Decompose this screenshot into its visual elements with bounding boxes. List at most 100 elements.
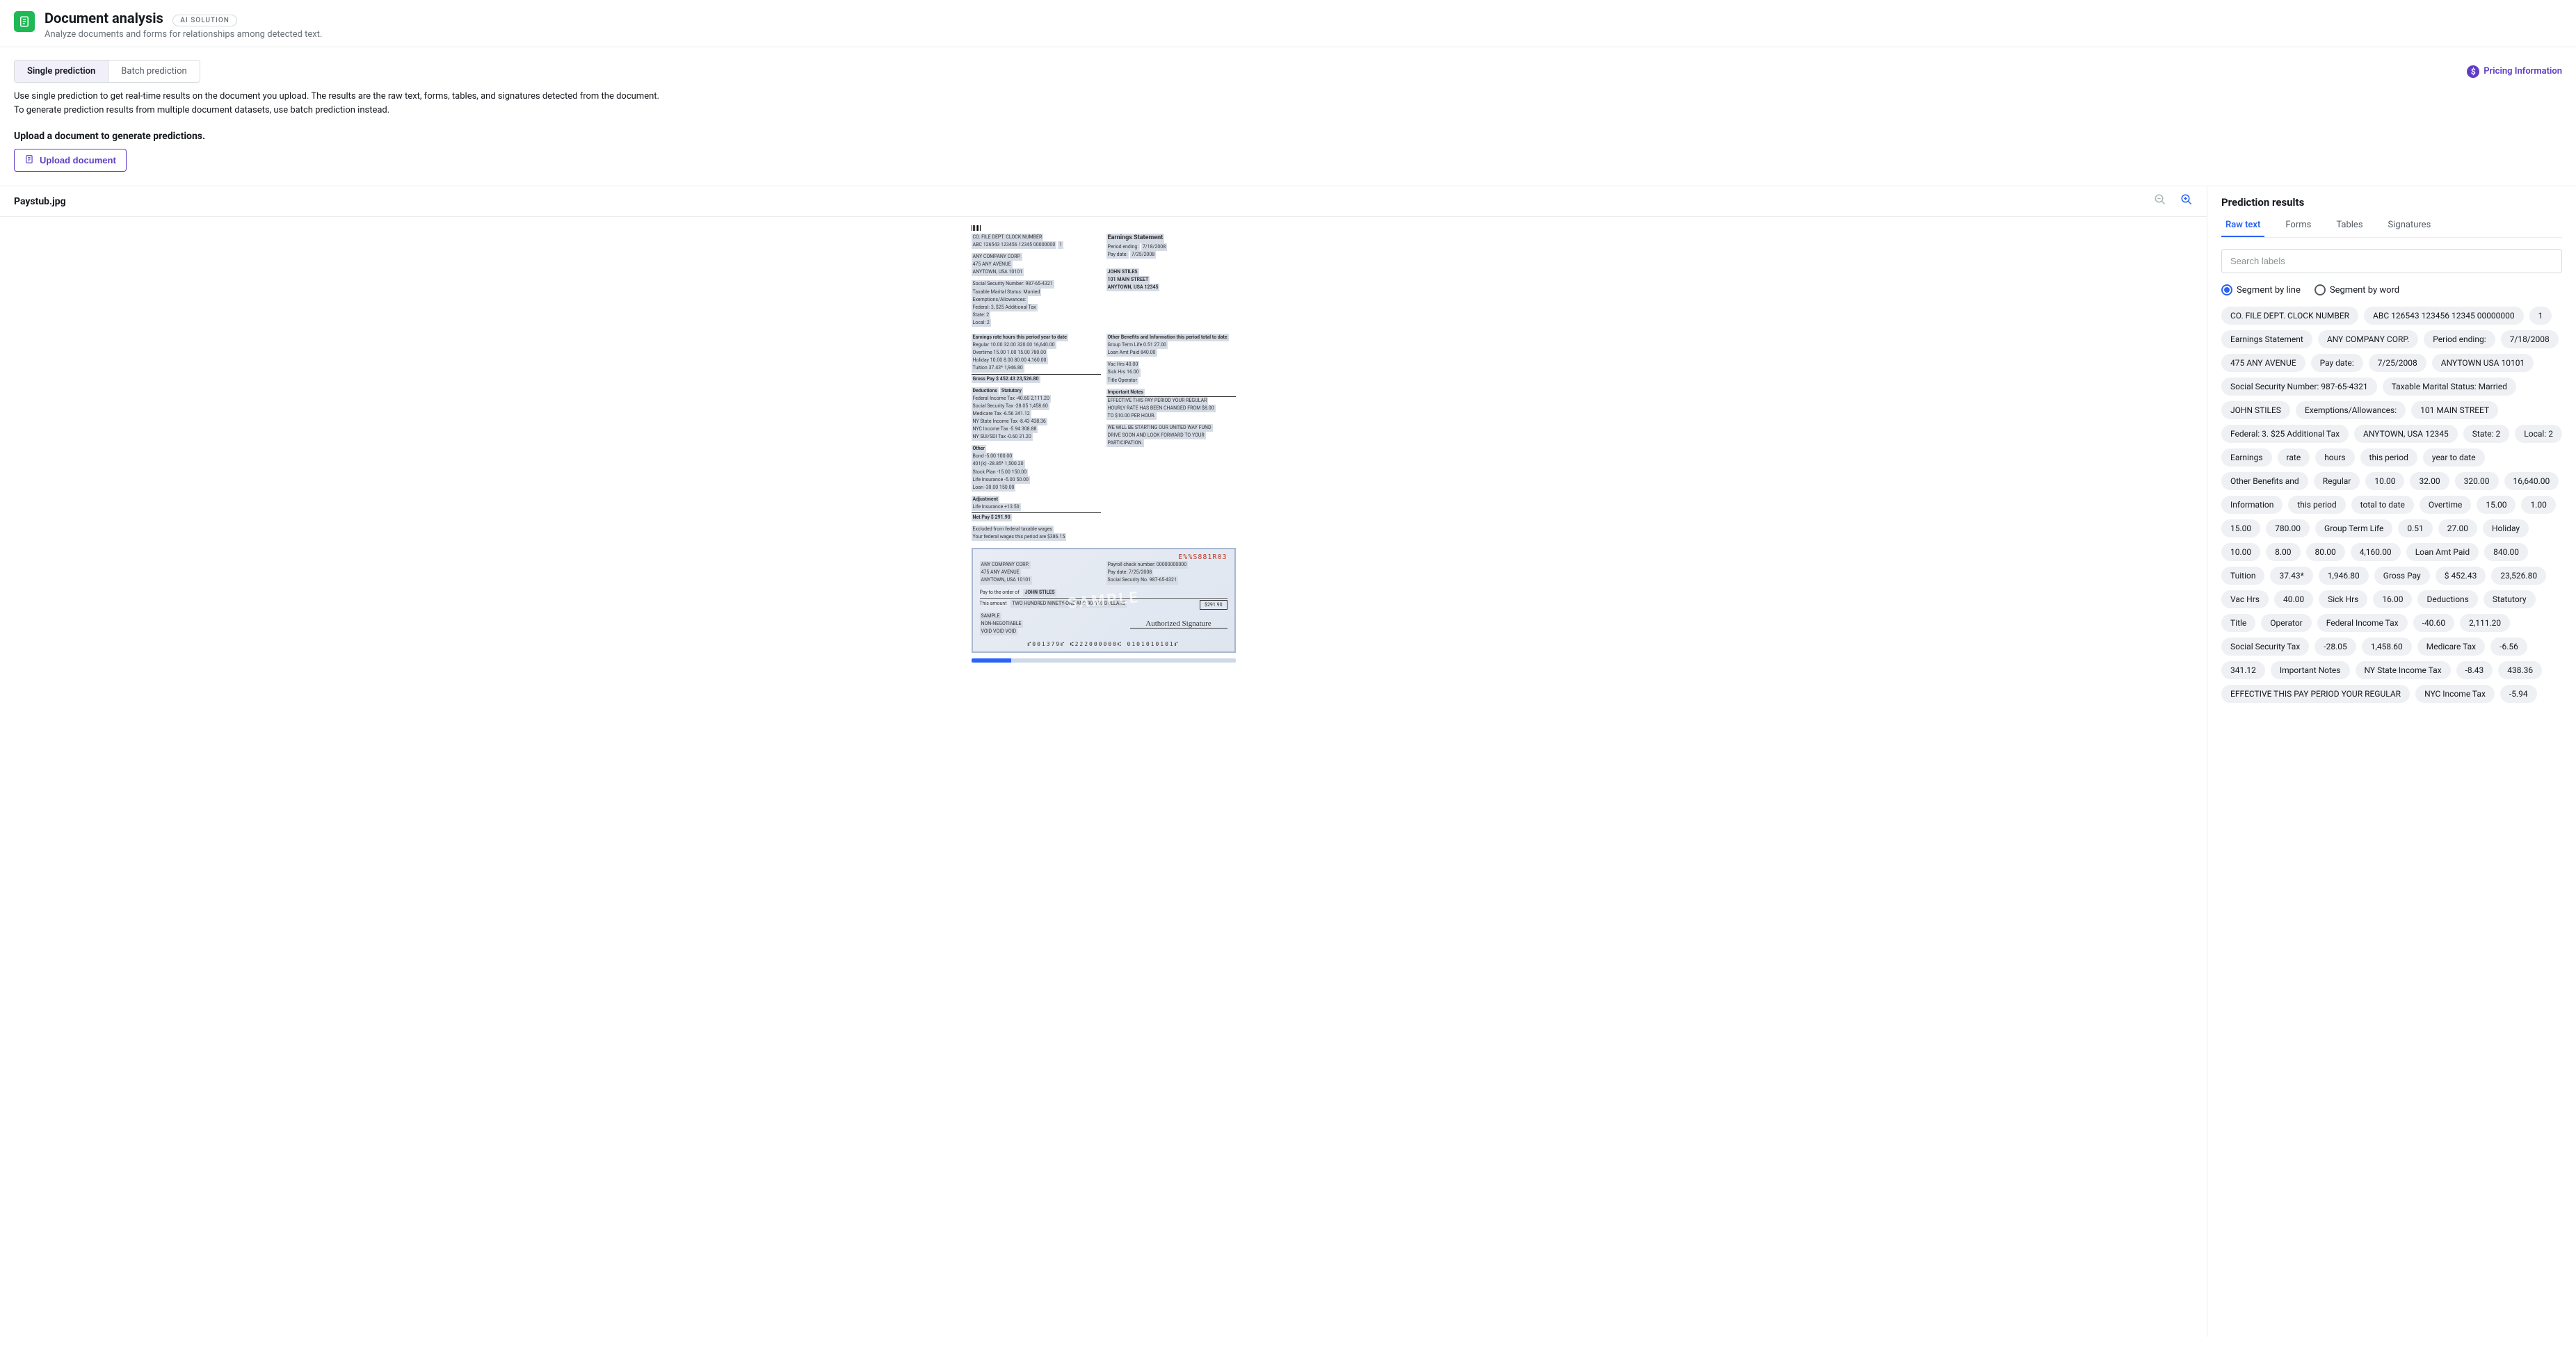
result-chip[interactable]: Pay date: <box>2311 354 2363 372</box>
result-chip[interactable]: NYC Income Tax <box>2415 685 2495 703</box>
result-chip[interactable]: $ 452.43 <box>2436 567 2486 585</box>
result-chip[interactable]: 840.00 <box>2484 543 2528 561</box>
result-chip[interactable]: Important Notes <box>2271 661 2350 679</box>
result-chip[interactable]: CO. FILE DEPT. CLOCK NUMBER <box>2221 307 2358 325</box>
result-chip[interactable]: 2,111.20 <box>2460 614 2510 632</box>
result-chip[interactable]: total to date <box>2351 496 2414 514</box>
results-tab-raw-text[interactable]: Raw text <box>2221 214 2264 237</box>
result-chip[interactable]: 1,946.80 <box>2319 567 2369 585</box>
result-chip[interactable]: 40.00 <box>2274 590 2313 608</box>
preview-text: Tuition 37.43* 1,946.80 <box>972 364 1024 372</box>
result-chip[interactable]: 1.00 <box>2521 496 2555 514</box>
result-chip[interactable]: Statutory <box>2484 590 2536 608</box>
result-chip[interactable]: -40.60 <box>2413 614 2454 632</box>
result-chip[interactable]: EFFECTIVE THIS PAY PERIOD YOUR REGULAR <box>2221 685 2410 703</box>
result-chip[interactable]: Overtime <box>2420 496 2471 514</box>
result-chip[interactable]: Taxable Marital Status: Married <box>2383 378 2516 396</box>
result-chip[interactable]: State: 2 <box>2463 425 2510 443</box>
result-chip[interactable]: this period <box>2360 448 2417 467</box>
result-chip[interactable]: Exemptions/Allowances: <box>2296 401 2406 419</box>
result-chip[interactable]: -8.43 <box>2456 661 2493 679</box>
result-chip[interactable]: Medicare Tax <box>2417 638 2485 656</box>
result-chip[interactable]: Loan Amt Paid <box>2406 543 2479 561</box>
result-chip[interactable]: 0.51 <box>2398 519 2432 537</box>
tab-batch-prediction[interactable]: Batch prediction <box>108 60 199 82</box>
result-chip[interactable]: Holiday <box>2483 519 2529 537</box>
result-chip[interactable]: Sick Hrs <box>2319 590 2367 608</box>
result-chip[interactable]: NY State Income Tax <box>2356 661 2451 679</box>
result-chip[interactable]: 1 <box>2529 307 2552 325</box>
result-chip[interactable]: 7/25/2008 <box>2369 354 2426 372</box>
preview-text: Life Insurance +13.50 <box>972 503 1021 511</box>
result-chip[interactable]: 80.00 <box>2306 543 2345 561</box>
result-chip[interactable]: ANY COMPANY CORP. <box>2318 330 2418 348</box>
result-chip[interactable]: Period ending: <box>2424 330 2495 348</box>
result-chip[interactable]: 780.00 <box>2266 519 2310 537</box>
result-chip[interactable]: Social Security Number: 987-65-4321 <box>2221 378 2377 396</box>
result-chip[interactable]: Group Term Life <box>2315 519 2392 537</box>
result-chip[interactable]: Regular <box>2314 472 2360 490</box>
result-chip[interactable]: 475 ANY AVENUE <box>2221 354 2305 372</box>
result-chip[interactable]: -6.56 <box>2490 638 2527 656</box>
result-chip[interactable]: 16,640.00 <box>2504 472 2559 490</box>
result-chip[interactable]: ANYTOWN, USA 12345 <box>2354 425 2458 443</box>
results-tab-tables[interactable]: Tables <box>2332 214 2367 237</box>
result-chip[interactable]: Federal: 3. $25 Additional Tax <box>2221 425 2349 443</box>
result-chip[interactable]: Tuition <box>2221 567 2264 585</box>
result-chip[interactable]: 32.00 <box>2410 472 2449 490</box>
result-chip[interactable]: 16.00 <box>2373 590 2412 608</box>
zoom-in-icon[interactable] <box>2180 193 2193 209</box>
result-chip[interactable]: 15.00 <box>2477 496 2515 514</box>
document-viewer[interactable]: CO. FILE DEPT. CLOCK NUMBER ABC 126543 1… <box>0 217 2207 1337</box>
results-tab-forms[interactable]: Forms <box>2281 214 2315 237</box>
result-chip[interactable]: 7/18/2008 <box>2501 330 2559 348</box>
result-chip[interactable]: this period <box>2288 496 2345 514</box>
preview-text: Stock Plan -15.00 150.00 <box>972 469 1029 476</box>
result-chip[interactable]: 438.36 <box>2498 661 2542 679</box>
result-chip[interactable]: -28.05 <box>2315 638 2356 656</box>
result-chip[interactable]: 10.00 <box>2365 472 2404 490</box>
result-chip[interactable]: 320.00 <box>2455 472 2499 490</box>
result-chip[interactable]: Operator <box>2261 614 2311 632</box>
result-chip[interactable]: Federal Income Tax <box>2317 614 2408 632</box>
result-chip[interactable]: year to date <box>2423 448 2485 467</box>
result-chip[interactable]: 37.43* <box>2270 567 2312 585</box>
segment-by-word-radio[interactable]: Segment by word <box>2315 284 2399 295</box>
result-chip[interactable]: Local: 2 <box>2515 425 2562 443</box>
result-chip[interactable]: Other Benefits and <box>2221 472 2308 490</box>
tab-single-prediction[interactable]: Single prediction <box>15 60 108 82</box>
result-chip[interactable]: ANYTOWN USA 10101 <box>2432 354 2534 372</box>
result-chip[interactable]: -5.94 <box>2500 685 2537 703</box>
result-chip[interactable]: Information <box>2221 496 2283 514</box>
result-chip[interactable]: ABC 126543 123456 12345 00000000 <box>2364 307 2524 325</box>
result-chip[interactable]: 23,526.80 <box>2491 567 2546 585</box>
preview-text: PARTICIPATION. <box>1106 439 1145 447</box>
segment-by-line-radio[interactable]: Segment by line <box>2221 284 2301 295</box>
radio-label: Segment by line <box>2237 285 2301 295</box>
preview-text: 475 ANY AVENUE <box>972 261 1013 268</box>
result-chip[interactable]: 341.12 <box>2221 661 2265 679</box>
result-chip[interactable]: Vac Hrs <box>2221 590 2269 608</box>
result-chip[interactable]: rate <box>2278 448 2310 467</box>
result-chip[interactable]: Earnings <box>2221 448 2272 467</box>
result-chip[interactable]: hours <box>2315 448 2354 467</box>
result-chip[interactable]: Deductions <box>2417 590 2477 608</box>
result-chip[interactable]: Title <box>2221 614 2255 632</box>
result-chip[interactable]: JOHN STILES <box>2221 401 2290 419</box>
result-chip[interactable]: Gross Pay <box>2374 567 2430 585</box>
result-chip[interactable]: 4,160.00 <box>2351 543 2401 561</box>
result-chip[interactable]: Earnings Statement <box>2221 330 2312 348</box>
zoom-out-icon[interactable] <box>2154 193 2166 209</box>
preview-text: ABC 126543 123456 12345 00000000 <box>972 241 1057 249</box>
result-chip[interactable]: 27.00 <box>2438 519 2477 537</box>
pricing-information-link[interactable]: $ Pricing Information <box>2467 65 2562 78</box>
result-chip[interactable]: 1,458.60 <box>2362 638 2412 656</box>
result-chip[interactable]: Social Security Tax <box>2221 638 2309 656</box>
result-chip[interactable]: 15.00 <box>2221 519 2260 537</box>
result-chip[interactable]: 10.00 <box>2221 543 2260 561</box>
upload-document-button[interactable]: Upload document <box>14 149 127 172</box>
search-labels-input[interactable] <box>2221 249 2562 273</box>
result-chip[interactable]: 101 MAIN STREET <box>2411 401 2498 419</box>
result-chip[interactable]: 8.00 <box>2266 543 2300 561</box>
results-tab-signatures[interactable]: Signatures <box>2384 214 2436 237</box>
